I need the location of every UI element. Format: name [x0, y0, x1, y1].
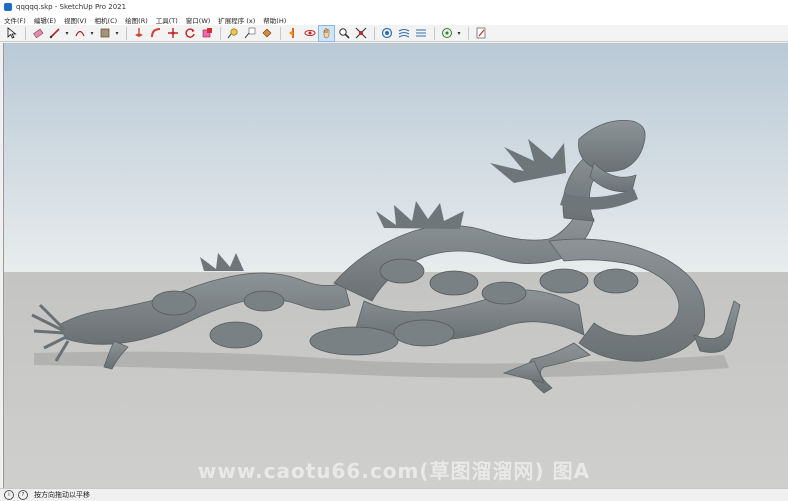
chevron-down-icon[interactable]: ▾ [456, 26, 462, 41]
warehouse-icon[interactable] [379, 26, 394, 41]
geo-location-icon[interactable] [439, 26, 454, 41]
menu-tools[interactable]: 工具(T) [152, 15, 182, 25]
status-text: 按方向拖动以平移 [34, 491, 90, 499]
arc-icon[interactable] [72, 26, 87, 41]
orbit-icon[interactable] [302, 26, 317, 41]
follow-me-icon[interactable] [148, 26, 163, 41]
eraser-icon[interactable] [30, 26, 45, 41]
select-icon[interactable] [4, 26, 19, 41]
toolbar-separator [434, 26, 435, 40]
model-info-icon[interactable] [473, 26, 488, 41]
rectangle-icon[interactable] [97, 26, 112, 41]
menu-bar: 文件(F) 编辑(E) 视图(V) 相机(C) 绘图(R) 工具(T) 窗口(W… [0, 14, 788, 25]
dragon-model-scene [4, 43, 788, 488]
status-bar: i ? 按方向拖动以平移 [0, 488, 788, 501]
section-plane-icon[interactable] [285, 26, 300, 41]
title-bar: qqqqq.skp - SketchUp Pro 2021 [0, 0, 788, 14]
move-icon[interactable] [165, 26, 180, 41]
menu-window[interactable]: 窗口(W) [182, 15, 215, 25]
rotate-icon[interactable] [182, 26, 197, 41]
menu-edit[interactable]: 编辑(E) [30, 15, 60, 25]
window-title: qqqqq.skp - SketchUp Pro 2021 [16, 3, 127, 11]
sketchup-logo-icon [4, 3, 12, 11]
info-icon[interactable]: ? [18, 490, 28, 500]
zoom-extents-icon[interactable] [353, 26, 368, 41]
pan-icon[interactable] [318, 24, 335, 42]
extension-warehouse-icon[interactable] [396, 26, 411, 41]
push-pull-icon[interactable] [131, 26, 146, 41]
menu-extensions[interactable]: 扩展程序 (x) [214, 15, 259, 25]
toolbar-separator [126, 26, 127, 40]
line-icon[interactable] [47, 26, 62, 41]
menu-draw[interactable]: 绘图(R) [121, 15, 152, 25]
text-icon[interactable] [242, 26, 257, 41]
zoom-icon[interactable] [336, 26, 351, 41]
menu-help[interactable]: 帮助(H) [259, 15, 290, 25]
menu-view[interactable]: 视图(V) [60, 15, 91, 25]
chevron-down-icon[interactable]: ▾ [89, 26, 95, 41]
chevron-down-icon[interactable]: ▾ [114, 26, 120, 41]
toolbar-separator [468, 26, 469, 40]
toolbar-separator [374, 26, 375, 40]
scale-icon[interactable] [199, 26, 214, 41]
chevron-down-icon[interactable]: ▾ [64, 26, 70, 41]
main-toolbar: ▾ ▾ ▾ ▾ [0, 24, 788, 42]
model-viewport[interactable] [3, 43, 788, 488]
toolbar-separator [280, 26, 281, 40]
help-icon[interactable]: i [4, 490, 14, 500]
toolbar-separator [220, 26, 221, 40]
paint-bucket-icon[interactable] [259, 26, 274, 41]
ground [4, 272, 788, 488]
send-to-layout-icon[interactable] [413, 26, 428, 41]
menu-file[interactable]: 文件(F) [0, 15, 30, 25]
menu-camera[interactable]: 相机(C) [91, 15, 122, 25]
toolbar-separator [25, 26, 26, 40]
tape-measure-icon[interactable] [225, 26, 240, 41]
